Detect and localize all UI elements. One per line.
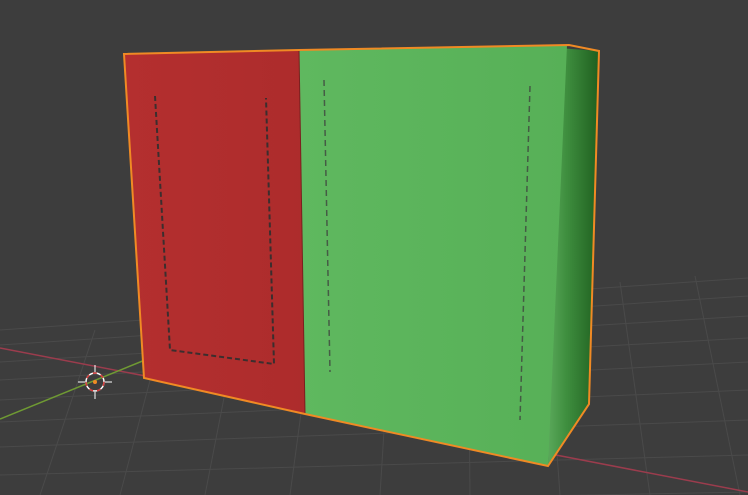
3d-viewport[interactable]: [0, 0, 748, 495]
cube-front-green-face: [299, 45, 567, 466]
3d-cursor-icon[interactable]: [78, 365, 112, 399]
selected-cube[interactable]: [122, 43, 601, 468]
cube-front-red-face: [124, 50, 305, 414]
viewport-canvas[interactable]: [0, 0, 748, 495]
y-axis-line: [0, 359, 146, 420]
